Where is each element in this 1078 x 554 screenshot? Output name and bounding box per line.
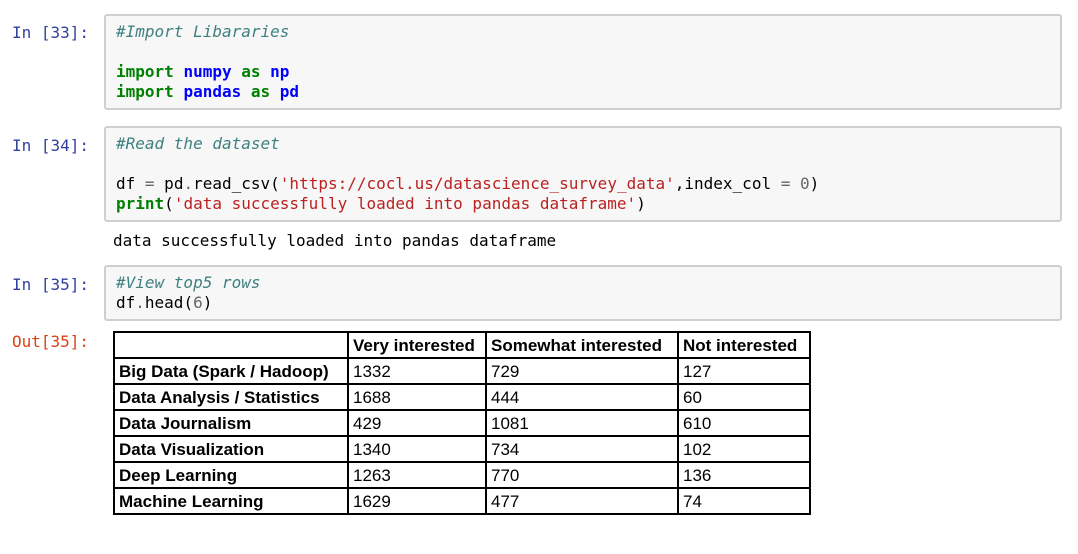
table-row: Deep Learning 1263 770 136: [113, 461, 811, 489]
code-token: head(: [144, 293, 194, 312]
table-cell: 770: [485, 461, 679, 489]
code-cell-33[interactable]: #Import Libararies import numpy as np impo…: [104, 14, 1062, 110]
code-comment: #View top5 rows: [116, 273, 261, 292]
table-cell: 729: [485, 357, 679, 385]
table-cell: 127: [677, 357, 811, 385]
table-row: Machine Learning 1629 477 74: [113, 487, 811, 515]
cell-34-prompt: In [34]:: [12, 136, 90, 155]
table-cell: 136: [677, 461, 811, 489]
code-token: 6: [193, 293, 203, 312]
table-cell: 1688: [347, 383, 487, 411]
code-token: print: [116, 194, 165, 213]
code-comment: #Read the dataset: [116, 134, 280, 153]
table-cell: 444: [485, 383, 679, 411]
code-token: .: [183, 174, 194, 193]
table-cell: 429: [347, 409, 487, 437]
code-token: df: [116, 174, 145, 193]
dataframe-table: Very interested Somewhat interested Not …: [113, 331, 811, 515]
code-token: as: [241, 62, 261, 81]
cell-34-stdout: data successfully loaded into pandas dat…: [113, 231, 557, 250]
code-token: ): [809, 174, 820, 193]
table-row: Data Visualization 1340 734 102: [113, 435, 811, 463]
table-cell: 1081: [485, 409, 679, 437]
code-string: 'data successfully loaded into pandas da…: [173, 194, 637, 213]
code-line: #Import Libararies: [116, 22, 1050, 42]
code-line: print('data successfully loaded into pan…: [116, 194, 1050, 214]
row-index: Data Visualization: [113, 435, 349, 463]
cell-33-prompt: In [33]:: [12, 23, 90, 42]
code-token: as: [250, 82, 271, 101]
table-cell: 477: [485, 487, 679, 515]
code-line: #View top5 rows: [116, 273, 1050, 293]
table-cell: 60: [677, 383, 811, 411]
column-header: Very interested: [347, 331, 487, 359]
code-token: ): [636, 194, 646, 213]
code-line: #Read the dataset: [116, 134, 1050, 154]
index-header: [113, 331, 349, 359]
table-header-row: Very interested Somewhat interested Not …: [113, 331, 811, 359]
code-line: import pandas as pd: [116, 82, 1050, 102]
row-index: Machine Learning: [113, 487, 349, 515]
code-comment: #Import Libararies: [116, 22, 290, 41]
table-cell: 1340: [347, 435, 487, 463]
code-token: ): [202, 293, 213, 312]
code-token: numpy: [183, 62, 232, 81]
table-row: Big Data (Spark / Hadoop) 1332 729 127: [113, 357, 811, 385]
code-cell-35[interactable]: #View top5 rows df.head(6): [104, 265, 1062, 321]
table-cell: 734: [485, 435, 679, 463]
row-index: Data Analysis / Statistics: [113, 383, 349, 411]
code-token: np: [270, 62, 290, 81]
code-line: df = pd.read_csv('https://cocl.us/datasc…: [116, 174, 1050, 194]
code-cell-34[interactable]: #Read the dataset df = pd.read_csv('https…: [104, 126, 1062, 222]
output-35-prompt: Out[35]:: [12, 332, 90, 351]
row-index: Data Journalism: [113, 409, 349, 437]
code-line: df.head(6): [116, 293, 1050, 313]
table-cell: 1263: [347, 461, 487, 489]
code-token: read_csv(: [193, 174, 280, 193]
table-row: Data Analysis / Statistics 1688 444 60: [113, 383, 811, 411]
cell-35-prompt: In [35]:: [12, 275, 90, 294]
code-token: .: [135, 293, 145, 312]
table-cell: 74: [677, 487, 811, 515]
table-cell: 1629: [347, 487, 487, 515]
code-string: 'https://cocl.us/datascience_survey_data…: [279, 174, 675, 193]
table-row: Data Journalism 429 1081 610: [113, 409, 811, 437]
code-token: df: [116, 293, 136, 312]
code-token: ,index_col: [674, 174, 781, 193]
code-token: (: [164, 194, 174, 213]
code-token: import: [116, 82, 174, 101]
table-cell: 102: [677, 435, 811, 463]
column-header: Not interested: [677, 331, 811, 359]
code-token: pd: [154, 174, 184, 193]
code-token: =: [144, 174, 155, 193]
code-line: import numpy as np: [116, 62, 1050, 82]
code-token: =: [780, 174, 791, 193]
table-cell: 1332: [347, 357, 487, 385]
code-token: 0: [800, 174, 810, 193]
code-token: import: [116, 62, 174, 81]
row-index: Deep Learning: [113, 461, 349, 489]
row-index: Big Data (Spark / Hadoop): [113, 357, 349, 385]
code-token: pd: [279, 82, 300, 101]
code-token: pandas: [183, 82, 242, 101]
column-header: Somewhat interested: [485, 331, 679, 359]
table-cell: 610: [677, 409, 811, 437]
